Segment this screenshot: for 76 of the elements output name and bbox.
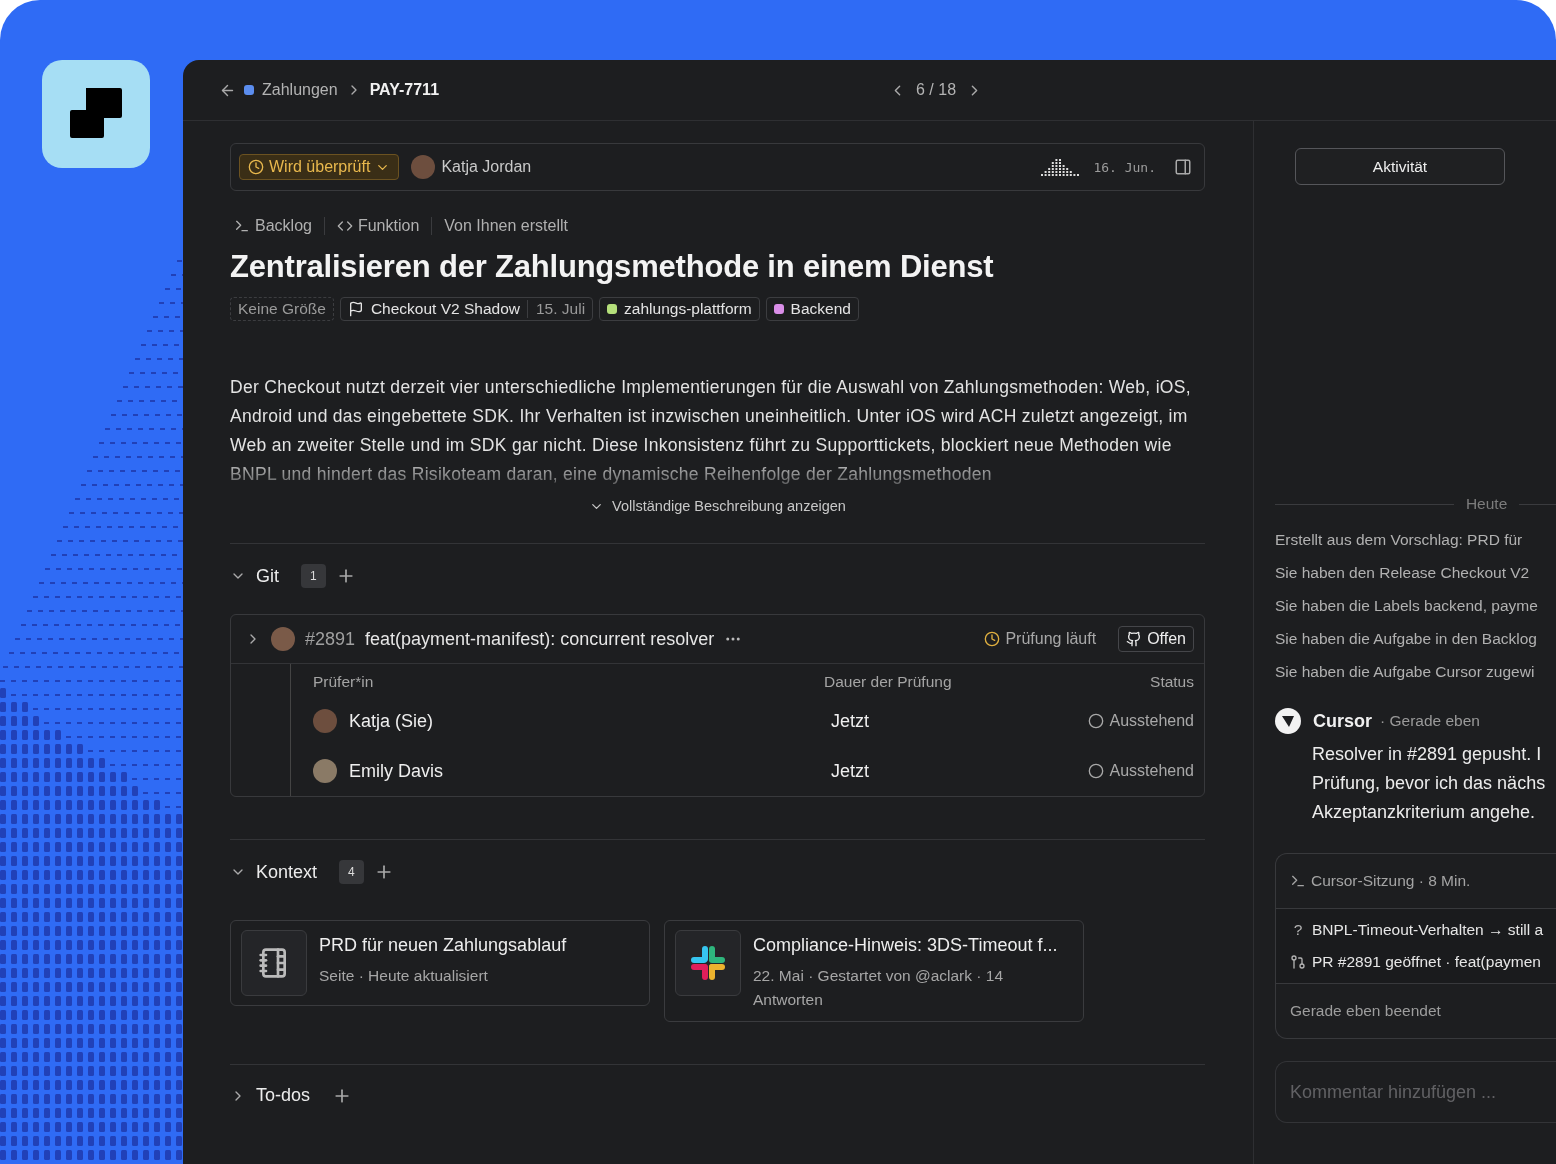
- flag-icon: [347, 301, 364, 317]
- card-subtitle: 22. Mai · Gestartet von @aclark · 14 Antworten: [753, 966, 1005, 1010]
- activity-event: Sie haben die Labels backend, payme: [1275, 597, 1539, 615]
- activity-event: Erstellt aus dem Vorschlag: PRD für: [1275, 531, 1524, 549]
- meta-label: Von Ihnen erstellt: [444, 217, 568, 235]
- card-subtitle: Seite · Heute aktualisiert: [319, 966, 489, 986]
- card-title: PRD für neuen Zahlungsablauf: [319, 935, 567, 956]
- clock-icon: [248, 159, 264, 175]
- avatar: [411, 155, 436, 179]
- panel-icon: [1174, 158, 1192, 176]
- size-chip[interactable]: Keine Größe: [230, 297, 334, 321]
- description: Der Checkout nutzt derzeit vier unterschiedliche Implementierungen für die Auswahl von Zahlungsmethoden: Web, iOS, Android und das eingebettete SDK. Ihr Verhalten ist inzwischen uneinheitlich. Unter iOS wird ACH zuletzt angezeigt, im Web an zweiter Stelle und im SDK gar nicht. Diese Inkonsistenz führt zu Supporttickets, blockiert neue Methoden wie BNPL und hindert das Risikoteam daran, eine dynamische Reihenfolge der Zahlungsmethoden: [230, 376, 1192, 486]
- comment-field[interactable]: Kommentar hinzufügen ...: [1275, 1061, 1556, 1123]
- code-icon: [336, 218, 353, 234]
- activity-event: Sie haben die Aufgabe Cursor zugewi: [1275, 663, 1536, 681]
- avatar: [313, 759, 337, 783]
- status-text: Ausstehend: [1109, 762, 1194, 780]
- slack-icon: [689, 944, 727, 982]
- section-title: To-dos: [256, 1085, 311, 1106]
- table-cell-text: Jetzt: [830, 760, 870, 782]
- tab[interactable]: Aktivität: [1295, 148, 1505, 185]
- check-status: Prüfung läuft: [984, 630, 1097, 648]
- due-date: 16. Jun.: [1093, 159, 1156, 175]
- section-title: Git: [256, 565, 279, 587]
- context-card[interactable]: PRD für neuen Zahlungsablauf Seite · Heute aktualisiert: [230, 920, 650, 1006]
- card-title: Compliance-Hinweis: 3DS-Timeout f...: [753, 935, 1059, 956]
- meta-label: Backlog: [255, 217, 312, 235]
- question-mark: ?: [1292, 921, 1304, 939]
- pr-title: feat(payment-manifest): concurrent resolver: [365, 628, 715, 650]
- session-title: Cursor-Sitzung · 8 Min.: [1311, 872, 1471, 890]
- release-date: 15. Juli: [526, 300, 586, 318]
- reviewer-name: Katja (Sie): [349, 710, 434, 732]
- panel-toggle-icon[interactable]: [1174, 158, 1192, 176]
- github-icon: [1126, 631, 1143, 647]
- comment-text: Resolver in #2891 gepusht. I: [1312, 743, 1543, 766]
- cursor-logo-icon: [1275, 708, 1301, 734]
- comment-author: Cursor: [1313, 710, 1372, 732]
- pull-request-icon: [1290, 954, 1306, 970]
- reviewer-name: Emily Davis: [349, 760, 443, 782]
- column-header: Dauer der Prüfung: [824, 673, 953, 691]
- meta-label: Funktion: [357, 217, 420, 235]
- context-card[interactable]: Compliance-Hinweis: 3DS-Timeout f... 22. Mai · Gestartet von @aclark · 14 Antworten: [664, 920, 1084, 1022]
- clock-icon: [984, 631, 1001, 647]
- breadcrumb-item[interactable]: Zahlungen: [262, 81, 338, 99]
- terminal-icon: [234, 218, 250, 234]
- column-header: Status: [1150, 673, 1194, 691]
- avatar: [271, 627, 295, 651]
- session-status: Gerade eben beendet: [1289, 1001, 1442, 1021]
- circle-icon: [1088, 763, 1105, 779]
- section-title: Kontext: [256, 861, 318, 883]
- activity-event: Sie haben den Release Checkout V2: [1275, 564, 1531, 582]
- pr-number: #2891: [305, 628, 356, 650]
- count-badge: 1: [301, 564, 326, 588]
- session-step: BNPL-Timeout-Verhalten → still a: [1312, 921, 1544, 939]
- breadcrumb-item[interactable]: PAY-7711: [369, 81, 440, 99]
- state-badge: Offen: [1118, 626, 1194, 652]
- issue-title: Zentralisieren der Zahlungsmethode in einem Dienst: [230, 249, 995, 285]
- activity-bars-icon: [1041, 158, 1082, 176]
- page-position: 6 / 18: [916, 81, 957, 99]
- circle-icon: [1088, 713, 1105, 729]
- activity-event: Sie haben die Aufgabe in den Backlog: [1275, 630, 1538, 648]
- day-divider-label: Heute: [1465, 495, 1508, 513]
- show-more-button[interactable]: Vollständige Beschreibung anzeigen: [583, 497, 852, 515]
- avatar: [313, 709, 337, 733]
- comment-time: · Gerade eben: [1380, 712, 1480, 730]
- comment-text: Prüfung, bevor ich das nächs: [1312, 772, 1547, 795]
- count-badge: 4: [339, 860, 364, 884]
- table-cell-text: Jetzt: [830, 710, 870, 732]
- release-name[interactable]: Checkout V2 Shadow: [370, 300, 520, 318]
- terminal-icon: [1290, 873, 1306, 889]
- column-header: Prüfer*in: [313, 673, 375, 691]
- assignee-name[interactable]: Katja Jordan: [441, 158, 532, 176]
- status-text: Ausstehend: [1109, 712, 1194, 730]
- status-dropdown[interactable]: Wird überprüft: [239, 154, 400, 180]
- comment-text: Akzeptanzkriterium angehe.: [1312, 801, 1537, 824]
- session-step: PR #2891 geöffnet · feat(paymen: [1312, 953, 1541, 971]
